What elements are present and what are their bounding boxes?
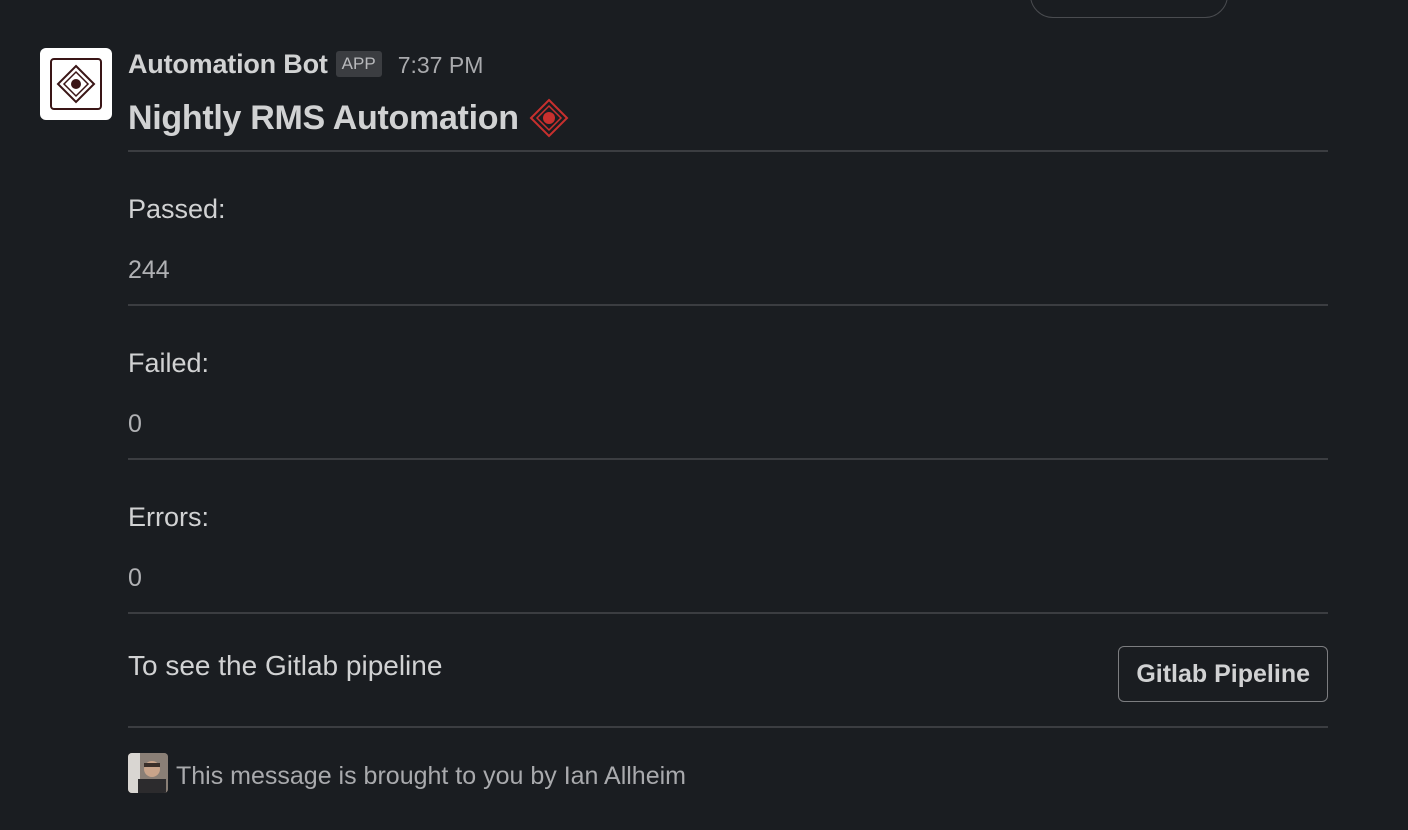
- gitlab-pipeline-button[interactable]: Gitlab Pipeline: [1118, 646, 1328, 702]
- compass-diamond-icon: [529, 98, 569, 138]
- field-label: Passed:: [128, 194, 226, 224]
- action-section: To see the Gitlab pipeline Gitlab Pipeli…: [128, 614, 1328, 726]
- app-badge: APP: [335, 51, 382, 77]
- message-content: Automation Bot APP 7:37 PM Nightly RMS A…: [128, 44, 1328, 794]
- action-text: To see the Gitlab pipeline: [128, 650, 443, 681]
- compass-diamond-icon: [50, 58, 102, 110]
- divider: [128, 726, 1328, 728]
- field-value: 0: [128, 410, 142, 438]
- field-section-passed: Passed: 244: [128, 152, 1328, 304]
- field-value: 244: [128, 256, 170, 284]
- scroll-pill-button[interactable]: [1030, 0, 1228, 18]
- field-value: 0: [128, 564, 142, 592]
- bot-avatar[interactable]: [40, 48, 112, 120]
- field-section-failed: Failed: 0: [128, 306, 1328, 458]
- message-title: Nightly RMS Automation: [128, 98, 519, 137]
- message-header: Automation Bot APP 7:37 PM: [128, 44, 1328, 84]
- message-title-row: Nightly RMS Automation: [128, 96, 1328, 140]
- sender-name[interactable]: Automation Bot: [128, 49, 328, 80]
- field-label: Errors:: [128, 502, 209, 532]
- context-footer: This message is brought to you by Ian Al…: [128, 752, 1328, 794]
- field-label: Failed:: [128, 348, 210, 378]
- user-photo-avatar[interactable]: [128, 753, 168, 793]
- message-timestamp[interactable]: 7:37 PM: [398, 50, 484, 79]
- context-text: This message is brought to you by Ian Al…: [176, 761, 686, 790]
- field-section-errors: Errors: 0: [128, 460, 1328, 612]
